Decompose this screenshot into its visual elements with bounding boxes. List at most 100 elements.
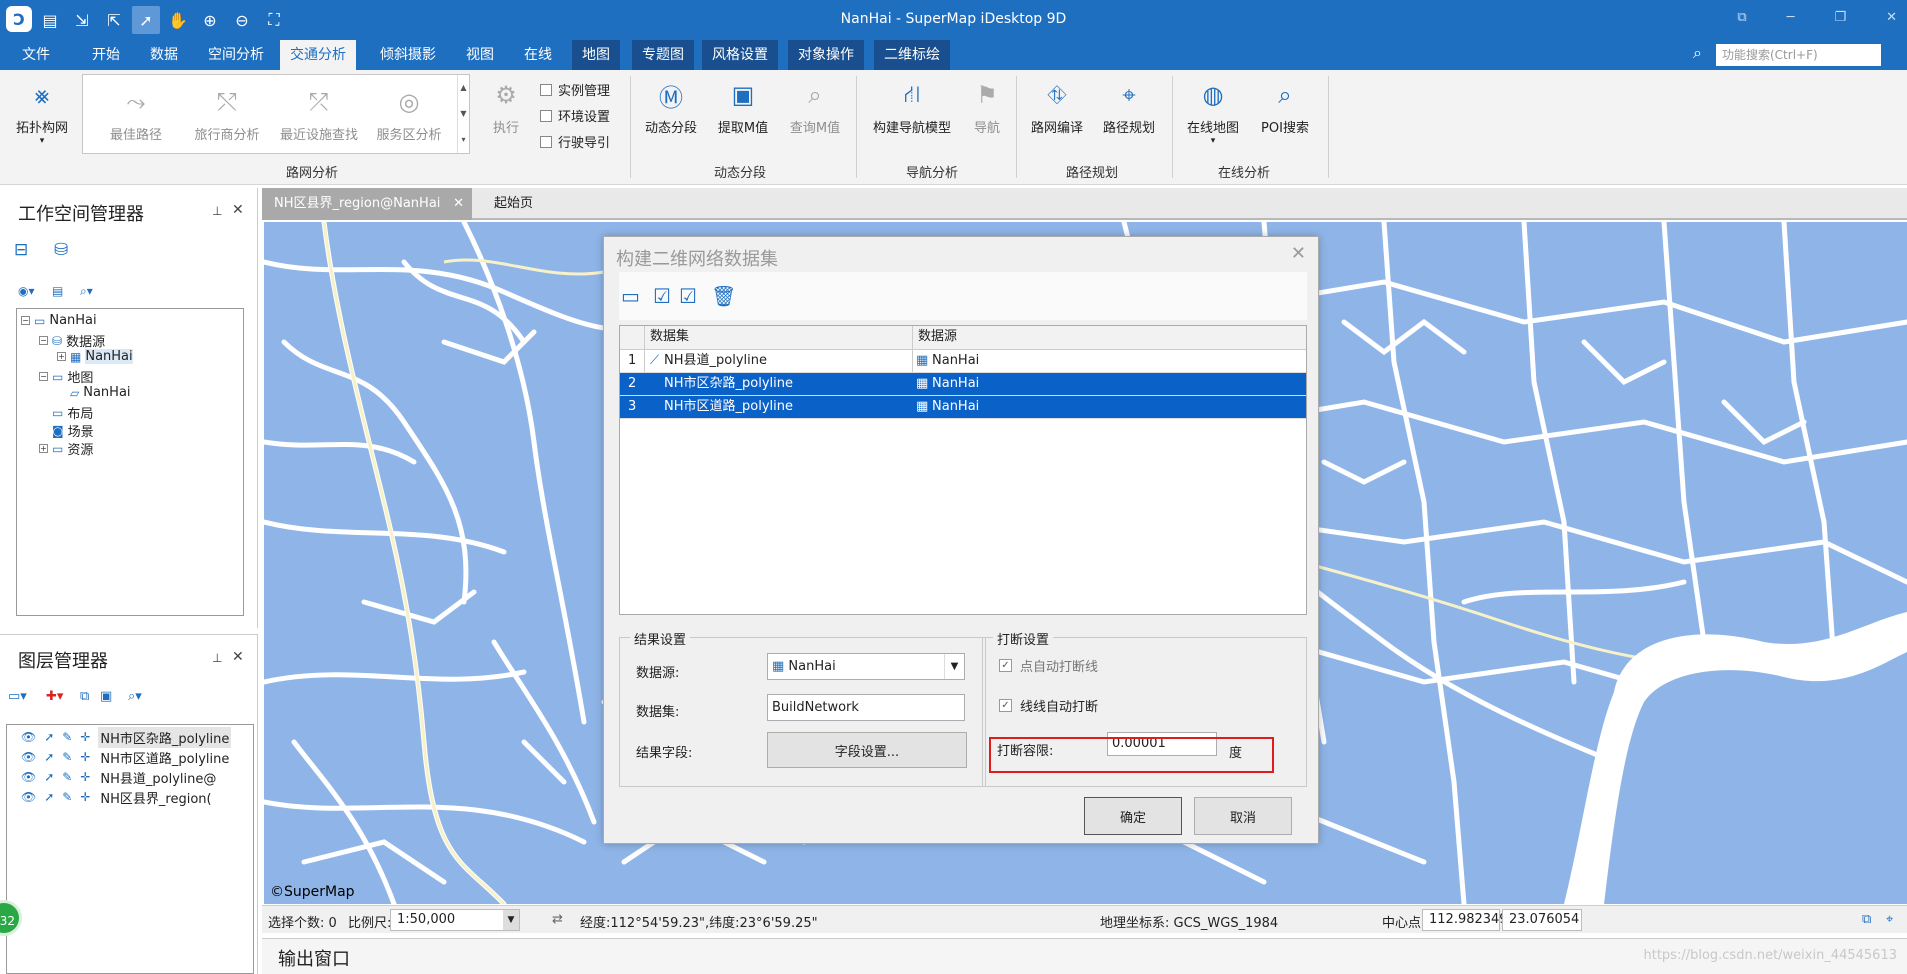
editable-icon[interactable]: ✎ — [62, 790, 72, 804]
menu-view[interactable]: 视图 — [456, 40, 504, 70]
pin-icon[interactable]: ⊥ — [212, 204, 222, 218]
visible-eye-icon[interactable]: 👁 — [21, 750, 36, 764]
delete-icon[interactable]: 🗑 — [711, 284, 736, 308]
closest-facility-button[interactable]: ⤱ 最近设施查找 — [273, 85, 365, 143]
line-auto-break-check[interactable]: ✓ 线线自动打断 — [999, 696, 1098, 715]
service-area-button[interactable]: ◎ 服务区分析 — [369, 85, 449, 143]
scale-select[interactable]: 1:50,000 ▼ — [390, 909, 520, 931]
dropdown-arrow-icon[interactable]: ▼ — [503, 910, 519, 930]
database-tab-icon[interactable]: ⛁ — [54, 240, 68, 260]
query-m-button[interactable]: ⌕ 查询M值 — [782, 78, 848, 136]
collapse-icon[interactable]: − — [39, 336, 48, 345]
driving-guide-check[interactable]: 行驶导引 — [540, 132, 610, 151]
tree-node-datasources[interactable]: − ⛁ 数据源 — [39, 331, 105, 350]
navigation-button[interactable]: ⚑ 导航 — [964, 78, 1010, 136]
checkbox[interactable] — [540, 83, 552, 96]
editable-icon[interactable]: ✎ — [62, 730, 72, 744]
layer-style-icon[interactable]: ▭▾ — [8, 689, 27, 704]
checkbox[interactable]: ✓ — [999, 659, 1012, 672]
selectable-icon[interactable]: ➚ — [44, 750, 54, 764]
function-search-input[interactable]: 功能搜索(Ctrl+F) — [1716, 44, 1881, 66]
gallery-scroll[interactable]: ▲ ▼ ▾ — [457, 75, 469, 153]
layer-row[interactable]: 👁 ➚ ✎ ✛ NH市区道路_polyline — [21, 747, 231, 767]
add-dataset-icon[interactable]: ▭ — [621, 284, 640, 308]
workspace-tab-icon[interactable]: ⊟ — [14, 240, 28, 260]
close-window-icon[interactable]: ✕ — [1886, 10, 1897, 25]
menu-oblique[interactable]: 倾斜摄影 — [370, 40, 446, 70]
table-row[interactable]: 1 ⟋ NH县道_polyline ▦ NanHai — [620, 350, 1306, 373]
restore-window-icon[interactable]: ⧉ — [1737, 10, 1746, 25]
tsp-analysis-button[interactable]: ⤲ 旅行商分析 — [187, 85, 267, 143]
snap-icon[interactable]: ✛ — [80, 750, 90, 764]
pin-icon[interactable]: ⊥ — [212, 651, 222, 665]
group-layer-icon[interactable]: ▣ — [100, 689, 112, 704]
online-map-button[interactable]: ◍ 在线地图 ▾ — [1180, 78, 1246, 146]
menu-online[interactable]: 在线 — [514, 40, 562, 70]
column-dataset[interactable]: 数据集 — [650, 326, 689, 349]
snap-icon[interactable]: ✛ — [80, 730, 90, 744]
cancel-button[interactable]: 取消 — [1194, 797, 1292, 835]
visible-eye-icon[interactable]: 👁 — [21, 790, 36, 804]
tree-node-datasource-nanhai[interactable]: + ▦ NanHai — [57, 349, 133, 364]
checkbox[interactable] — [540, 135, 552, 148]
open-file-icon[interactable]: ▤ — [52, 284, 63, 298]
copy-icon[interactable]: ⧉ — [1862, 912, 1871, 927]
menu-object-ops[interactable]: 对象操作 — [788, 40, 864, 70]
tree-node-resources[interactable]: + ▭ 资源 — [39, 439, 93, 458]
environment-settings-check[interactable]: 环境设置 — [540, 106, 610, 125]
center-x-field[interactable]: 112.982349 — [1422, 909, 1508, 931]
swap-icon[interactable]: ⇄ — [552, 912, 563, 927]
dialog-close-icon[interactable]: ✕ — [1291, 243, 1306, 264]
menu-transport-analysis[interactable]: 交通分析 — [280, 40, 356, 70]
execute-button[interactable]: ⚙ 执行 — [486, 78, 526, 136]
selectable-icon[interactable]: ➚ — [44, 790, 54, 804]
find-icon[interactable]: ⌕▾ — [80, 284, 93, 299]
field-settings-button[interactable]: 字段设置... — [767, 732, 967, 768]
network-compile-button[interactable]: ⛗ 路网编译 — [1024, 78, 1090, 136]
snap-icon[interactable]: ✛ — [80, 770, 90, 784]
layer-row[interactable]: 👁 ➚ ✎ ✛ NH市区杂路_polyline — [21, 726, 232, 748]
point-auto-break-check[interactable]: ✓ 点自动打断线 — [999, 656, 1098, 675]
layer-row[interactable]: 👁 ➚ ✎ ✛ NH县道_polyline@ — [21, 767, 218, 787]
selectable-icon[interactable]: ➚ — [44, 770, 54, 784]
tab-start-page[interactable]: 起始页 — [482, 188, 552, 220]
menu-thematic[interactable]: 专题图 — [632, 40, 694, 70]
expand-icon[interactable]: + — [39, 444, 48, 453]
datasource-select[interactable]: ▦ NanHai ▼ — [767, 653, 965, 680]
menu-spatial-analysis[interactable]: 空间分析 — [198, 40, 274, 70]
menu-plotting[interactable]: 二维标绘 — [874, 40, 950, 70]
copy-layer-icon[interactable]: ⧉ — [80, 689, 89, 704]
menu-style[interactable]: 风格设置 — [702, 40, 778, 70]
add-layer-icon[interactable]: ✚▾ — [46, 689, 63, 704]
center-y-field[interactable]: 23.076054 — [1502, 909, 1582, 931]
invert-select-icon[interactable]: ☑ — [679, 284, 697, 308]
route-planning-button[interactable]: ⌖ 路径规划 — [1096, 78, 1162, 136]
tab-region-map[interactable]: NH区县界_region@NanHai ✕ — [262, 188, 472, 220]
menu-start[interactable]: 开始 — [82, 40, 130, 70]
best-path-button[interactable]: ⤳ 最佳路径 — [101, 85, 171, 143]
view-options-icon[interactable]: ◉▾ — [18, 284, 35, 298]
layer-find-icon[interactable]: ⌕▾ — [128, 689, 142, 704]
instance-manage-check[interactable]: 实例管理 — [540, 80, 610, 99]
topology-network-button[interactable]: ⨳ 拓扑构网 ▾ — [8, 78, 76, 146]
tree-node-scenes[interactable]: ◙ 场景 — [52, 421, 94, 441]
collapse-icon[interactable]: − — [39, 372, 48, 381]
selectable-icon[interactable]: ➚ — [44, 730, 54, 744]
close-panel-icon[interactable]: ✕ — [232, 649, 244, 665]
collapse-icon[interactable]: − — [21, 316, 30, 325]
dropdown-arrow-icon[interactable]: ▼ — [944, 654, 964, 679]
menu-data[interactable]: 数据 — [140, 40, 188, 70]
table-row[interactable]: 3 NH市区道路_polyline ▦ NanHai — [620, 396, 1306, 419]
ok-button[interactable]: 确定 — [1084, 797, 1182, 835]
checkbox[interactable]: ✓ — [999, 699, 1012, 712]
extract-m-button[interactable]: ▣ 提取M值 — [710, 78, 776, 136]
expand-icon[interactable]: + — [57, 352, 66, 361]
editable-icon[interactable]: ✎ — [62, 770, 72, 784]
visible-eye-icon[interactable]: 👁 — [21, 730, 36, 744]
menu-file[interactable]: 文件 — [12, 40, 60, 70]
menu-map[interactable]: 地图 — [572, 40, 620, 70]
locate-icon[interactable]: ⌖ — [1886, 912, 1893, 927]
layer-row[interactable]: 👁 ➚ ✎ ✛ NH区县界_region( — [21, 787, 214, 807]
table-row[interactable]: 2 NH市区杂路_polyline ▦ NanHai — [620, 373, 1306, 396]
select-all-icon[interactable]: ☑ — [653, 284, 671, 308]
